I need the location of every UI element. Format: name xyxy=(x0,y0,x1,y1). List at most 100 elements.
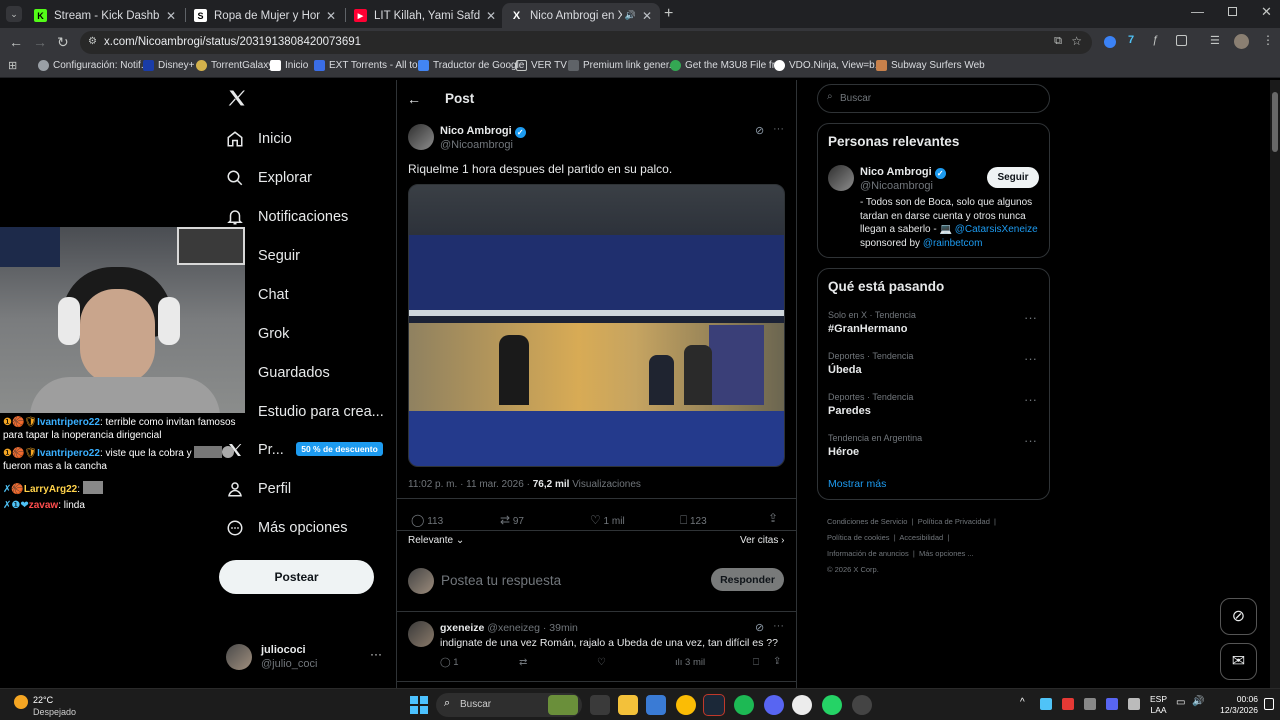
search-input[interactable]: ⌕ Buscar xyxy=(817,84,1050,113)
speaker-icon[interactable]: 🔊 xyxy=(625,10,636,21)
show-more-link[interactable]: Mostrar más xyxy=(828,478,886,490)
task-view-icon[interactable] xyxy=(590,695,610,715)
close-icon[interactable]: ✕ xyxy=(642,9,652,23)
reply-submit-button[interactable]: Responder xyxy=(711,568,784,591)
bookmark[interactable]: VER TV xyxy=(516,60,567,71)
post-button[interactable]: Postear xyxy=(219,560,374,594)
close-icon[interactable]: ✕ xyxy=(166,9,176,23)
grok-icon[interactable]: ⊘ xyxy=(755,621,764,634)
profile-avatar-icon[interactable] xyxy=(1234,34,1249,49)
file-explorer-icon[interactable] xyxy=(618,695,638,715)
sidebar-item-notificaciones[interactable]: Notificaciones xyxy=(226,208,348,226)
bookmark[interactable]: Subway Surfers Web xyxy=(876,60,985,71)
sort-dropdown[interactable]: Relevante ⌄ xyxy=(408,535,464,546)
extension-icon[interactable] xyxy=(1104,36,1116,48)
discord-icon[interactable] xyxy=(764,695,784,715)
sidebar-item-estudio[interactable]: Estudio para crea... xyxy=(226,403,384,421)
bookmark-icon[interactable]: ⎕ xyxy=(753,657,759,668)
apps-icon[interactable]: ⊞ xyxy=(8,59,17,72)
app-icon[interactable] xyxy=(792,695,812,715)
more-icon[interactable]: ··· xyxy=(1024,351,1037,366)
tab-kick[interactable]: K Stream - Kick Dashboard ✕ xyxy=(26,3,184,28)
relevant-handle[interactable]: @Nicoambrogi xyxy=(860,180,933,192)
store-icon[interactable] xyxy=(646,695,666,715)
reply-reply-button[interactable]: ◯ 1 xyxy=(440,657,459,668)
account-switcher[interactable]: juliococi @julio_coci ··· xyxy=(226,642,386,672)
trend-item[interactable]: Solo en X · Tendencia #GranHermano ··· xyxy=(818,307,1049,345)
tray-icon[interactable] xyxy=(1040,698,1052,710)
more-icon[interactable]: ··· xyxy=(1024,392,1037,407)
trend-item[interactable]: Deportes · Tendencia Paredes ··· xyxy=(818,389,1049,427)
reply-input[interactable]: Postea tu respuesta xyxy=(441,573,561,588)
footer-link[interactable]: Política de cookies xyxy=(827,533,890,542)
new-tab-button[interactable]: + xyxy=(664,5,673,23)
tray-chevron-icon[interactable]: ^ xyxy=(1020,697,1025,708)
follow-button[interactable]: Seguir xyxy=(987,167,1039,188)
more-icon[interactable]: ··· xyxy=(1024,310,1037,325)
bookmark[interactable]: EXT Torrents - All to... xyxy=(314,60,426,71)
language-indicator[interactable]: ESP LAA xyxy=(1150,694,1167,716)
grok-floating-button[interactable]: ⊘ xyxy=(1220,598,1257,635)
weather-widget[interactable]: 22°C Despejado xyxy=(8,692,108,718)
taskbar-search[interactable]: ⌕ Buscar xyxy=(436,693,582,717)
author-handle[interactable]: @Nicoambrogi xyxy=(440,139,513,151)
trend-item[interactable]: Tendencia en Argentina Héroe ··· xyxy=(818,430,1049,468)
close-icon[interactable]: ✕ xyxy=(326,9,336,23)
notification-icon[interactable] xyxy=(1264,698,1274,710)
app-icon[interactable] xyxy=(852,695,872,715)
tray-icon[interactable] xyxy=(1062,698,1074,710)
sidebar-item-inicio[interactable]: Inicio xyxy=(226,130,292,148)
spotify-icon[interactable] xyxy=(734,695,754,715)
bookmark[interactable]: Inicio xyxy=(270,60,308,71)
install-icon[interactable]: ⧉ xyxy=(1054,35,1062,48)
forward-icon[interactable]: → xyxy=(33,34,47,50)
star-icon[interactable]: ☆ xyxy=(1071,34,1082,48)
clock[interactable]: 00:06 12/3/2026 xyxy=(1210,694,1258,716)
premium-discount-badge[interactable]: 50 % de descuento xyxy=(296,442,383,456)
x-logo-icon[interactable] xyxy=(227,88,247,110)
extension-icon[interactable]: 7 xyxy=(1128,34,1134,46)
reply-author[interactable]: gxeneize @xeneizeg · 39min xyxy=(440,622,578,634)
tab-search-icon[interactable]: ⌄ xyxy=(6,6,22,22)
bookmark[interactable]: Get the M3U8 File fr... xyxy=(670,60,783,71)
tray-icon[interactable] xyxy=(1106,698,1118,710)
extension-icon[interactable]: ƒ xyxy=(1152,34,1158,46)
heart-icon[interactable]: ♡ xyxy=(597,657,606,668)
footer-link[interactable]: Condiciones de Servicio xyxy=(827,517,907,526)
author-name[interactable]: Nico Ambrogi ✓ xyxy=(440,125,526,138)
grok-icon[interactable]: ⊘ xyxy=(755,124,764,137)
bookmark-button[interactable]: ⎕ 123 xyxy=(680,513,707,528)
footer-link[interactable]: Accesibilidad xyxy=(899,533,943,542)
tray-icon[interactable] xyxy=(1084,698,1096,710)
tray-icon[interactable] xyxy=(1128,698,1140,710)
reading-list-icon[interactable]: ☰ xyxy=(1210,34,1220,47)
footer-link[interactable]: Política de Privacidad xyxy=(918,517,990,526)
share-icon[interactable]: ⇪ xyxy=(768,511,778,525)
tab-shop[interactable]: S Ropa de Mujer y Hombre, Com ✕ xyxy=(186,3,344,28)
more-icon[interactable]: ··· xyxy=(773,123,784,135)
tab-x-post[interactable]: X Nico Ambrogi en X: "Riquel 🔊 ✕ xyxy=(502,3,660,28)
reply-views[interactable]: ılı 3 mil xyxy=(675,657,705,668)
back-icon[interactable]: ← xyxy=(9,34,23,50)
bookmark[interactable]: TorrentGalaxy xyxy=(196,60,273,71)
avatar[interactable] xyxy=(408,621,434,647)
more-icon[interactable]: ··· xyxy=(773,620,784,632)
bookmark[interactable]: Traductor de Google xyxy=(418,60,524,71)
footer-link[interactable]: Información de anuncios xyxy=(827,549,909,558)
reply-button[interactable]: ◯ 113 xyxy=(411,513,443,527)
share-icon[interactable]: ⇪ xyxy=(773,656,781,667)
bookmark[interactable]: VDO.Ninja, View=b... xyxy=(774,60,883,71)
bookmark[interactable]: Premium link gener... xyxy=(568,60,677,71)
menu-icon[interactable]: ⋮ xyxy=(1262,33,1274,47)
maximize-button[interactable] xyxy=(1228,7,1237,16)
reload-icon[interactable]: ↻ xyxy=(57,34,69,51)
messages-floating-button[interactable]: ✉ xyxy=(1220,643,1257,680)
bio-link[interactable]: @CatarsisXeneize xyxy=(955,224,1038,235)
minimize-button[interactable]: — xyxy=(1191,4,1204,19)
relevant-name[interactable]: Nico Ambrogi ✓ xyxy=(860,166,946,179)
close-window-button[interactable]: ✕ xyxy=(1261,4,1272,20)
scrollbar[interactable] xyxy=(1270,80,1280,688)
repost-icon[interactable]: ⇄ xyxy=(519,657,527,668)
network-icon[interactable]: ▭ xyxy=(1176,697,1185,708)
more-icon[interactable]: ··· xyxy=(370,647,382,661)
